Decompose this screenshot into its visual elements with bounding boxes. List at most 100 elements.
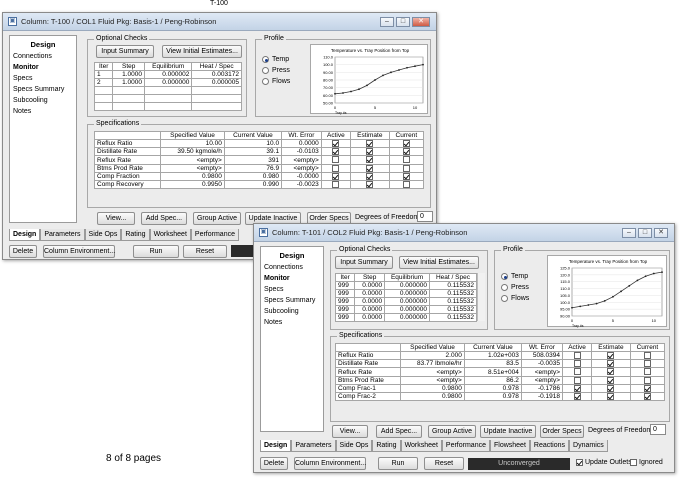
spec-spec-cell[interactable]: <empty>: [160, 155, 225, 165]
iteration-scrollbar[interactable]: [477, 273, 485, 321]
current-checkbox[interactable]: [402, 181, 410, 189]
radio-button[interactable]: [262, 78, 269, 85]
estimate-checkbox[interactable]: [607, 393, 615, 401]
reset-button[interactable]: Reset: [183, 245, 227, 258]
active-checkbox[interactable]: [332, 181, 340, 189]
active-checkbox[interactable]: [332, 140, 340, 147]
input-summary-button[interactable]: Input Summary: [96, 45, 154, 58]
tab-rating[interactable]: Rating: [121, 229, 150, 241]
profile-option-flows[interactable]: Flows: [262, 78, 290, 85]
spec-spec-cell[interactable]: 2.000: [400, 350, 465, 361]
current-checkbox[interactable]: [643, 368, 651, 376]
sidebar-item-monitor[interactable]: Monitor: [10, 63, 76, 74]
estimate-checkbox[interactable]: [366, 156, 374, 164]
radio-button[interactable]: [501, 273, 508, 280]
sidebar-item-specs[interactable]: Specs: [261, 285, 323, 296]
profile-option-press[interactable]: Press: [262, 67, 290, 74]
current-checkbox[interactable]: [402, 140, 410, 147]
tab-performance[interactable]: Performance: [190, 229, 239, 241]
current-checkbox[interactable]: [402, 172, 410, 180]
spec-row[interactable]: Btms Prod Rate <empty> 76.9 <empty>: [93, 163, 425, 173]
update-inactive-button[interactable]: Update Inactive: [480, 425, 536, 438]
spec-row[interactable]: Distillate Rate 83.77 lbmole/hr 83.5 -0.003…: [334, 359, 666, 369]
close-button[interactable]: ✕: [654, 228, 668, 238]
tab-design[interactable]: Design: [260, 440, 292, 452]
radio-button[interactable]: [262, 67, 269, 74]
radio-button[interactable]: [501, 284, 508, 291]
input-summary-button[interactable]: Input Summary: [335, 256, 393, 269]
current-checkbox[interactable]: [643, 352, 651, 359]
spec-spec-cell[interactable]: <empty>: [400, 375, 465, 385]
sidebar-item-subcooling[interactable]: Subcooling: [10, 96, 76, 107]
delete-button[interactable]: Delete: [260, 457, 288, 470]
spec-spec-cell[interactable]: 0.9800: [400, 383, 465, 394]
estimate-checkbox[interactable]: [366, 140, 374, 147]
spec-row[interactable]: Btms Prod Rate <empty> 86.2 <empty>: [334, 375, 666, 385]
add-spec-button[interactable]: Add Spec...: [376, 425, 422, 438]
spec-row[interactable]: Comp Frac-2 0.9800 0.978 -0.1918: [334, 392, 666, 402]
spec-spec-cell[interactable]: 0.9950: [160, 180, 225, 190]
active-checkbox[interactable]: [573, 360, 581, 368]
spec-spec-cell[interactable]: 83.77 lbmole/hr: [400, 359, 465, 369]
tab-rating[interactable]: Rating: [372, 440, 401, 452]
column-environment-button[interactable]: Column Environment...: [43, 245, 115, 258]
estimate-checkbox[interactable]: [607, 368, 615, 376]
active-checkbox[interactable]: [573, 393, 581, 401]
estimate-checkbox[interactable]: [607, 352, 615, 359]
estimate-checkbox[interactable]: [366, 181, 374, 189]
profile-option-temp[interactable]: Temp: [262, 56, 289, 63]
radio-button[interactable]: [262, 56, 269, 63]
minimize-button[interactable]: –: [622, 228, 636, 238]
active-checkbox[interactable]: [573, 368, 581, 376]
active-checkbox[interactable]: [573, 352, 581, 359]
spec-spec-cell[interactable]: <empty>: [400, 367, 465, 377]
tab-worksheet[interactable]: Worksheet: [149, 229, 191, 241]
title-bar[interactable]: ▣ Column: T-101 / COL2 Fluid Pkg: Basis-…: [254, 224, 674, 242]
current-checkbox[interactable]: [643, 376, 651, 384]
spec-spec-cell[interactable]: 39.50 kgmole/h: [160, 147, 225, 157]
sidebar-item-specs[interactable]: Specs: [10, 74, 76, 85]
current-checkbox[interactable]: [643, 384, 651, 392]
ignored-option[interactable]: Ignored: [630, 459, 663, 466]
update-outlets-option[interactable]: Update Outlets: [576, 459, 632, 466]
tab-parameters[interactable]: Parameters: [40, 229, 85, 241]
sidebar-item-monitor[interactable]: Monitor: [261, 274, 323, 285]
active-checkbox[interactable]: [573, 376, 581, 384]
column-environment-button[interactable]: Column Environment...: [294, 457, 366, 470]
sidebar-item-notes[interactable]: Notes: [10, 107, 76, 118]
current-checkbox[interactable]: [402, 164, 410, 172]
maximize-button[interactable]: □: [638, 228, 652, 238]
delete-button[interactable]: Delete: [9, 245, 37, 258]
sidebar-item-specs-summary[interactable]: Specs Summary: [10, 85, 76, 96]
run-button[interactable]: Run: [133, 245, 179, 258]
tab-dynamics[interactable]: Dynamics: [569, 440, 608, 452]
view-spec-button[interactable]: View...: [97, 212, 135, 225]
spec-row[interactable]: Reflux Ratio 2.000 1.02e+003 508.0394: [334, 350, 666, 361]
spec-spec-cell[interactable]: 10.00: [160, 138, 225, 149]
spec-spec-cell[interactable]: 0.9800: [400, 392, 465, 402]
update-outlets-checkbox[interactable]: [576, 459, 583, 466]
spec-spec-cell[interactable]: <empty>: [160, 163, 225, 173]
tab-reactions[interactable]: Reactions: [529, 440, 570, 452]
active-checkbox[interactable]: [332, 164, 340, 172]
ignored-checkbox[interactable]: [630, 459, 637, 466]
estimate-checkbox[interactable]: [607, 376, 615, 384]
spec-row[interactable]: Comp Fraction 0.9800 0.980 -0.0000: [93, 171, 425, 182]
group-active-button[interactable]: Group Active: [193, 212, 241, 225]
order-specs-button[interactable]: Order Specs: [540, 425, 584, 438]
sidebar-item-connections[interactable]: Connections: [261, 263, 323, 274]
reset-button[interactable]: Reset: [424, 457, 464, 470]
tab-flowsheet[interactable]: Flowsheet: [489, 440, 530, 452]
spec-row[interactable]: Comp Recovery 0.9950 0.990 -0.0023: [93, 180, 425, 190]
view-initial-estimates-button[interactable]: View Initial Estimates...: [162, 45, 242, 58]
profile-option-press[interactable]: Press: [501, 284, 529, 291]
view-spec-button[interactable]: View...: [332, 425, 368, 438]
tab-side-ops[interactable]: Side Ops: [335, 440, 373, 452]
tab-side-ops[interactable]: Side Ops: [84, 229, 122, 241]
tab-design[interactable]: Design: [9, 229, 41, 241]
current-checkbox[interactable]: [643, 360, 651, 368]
profile-option-temp[interactable]: Temp: [501, 273, 528, 280]
radio-button[interactable]: [501, 295, 508, 302]
sidebar-item-connections[interactable]: Connections: [10, 52, 76, 63]
spec-row[interactable]: Reflux Ratio 10.00 10.0 0.0000: [93, 138, 425, 149]
